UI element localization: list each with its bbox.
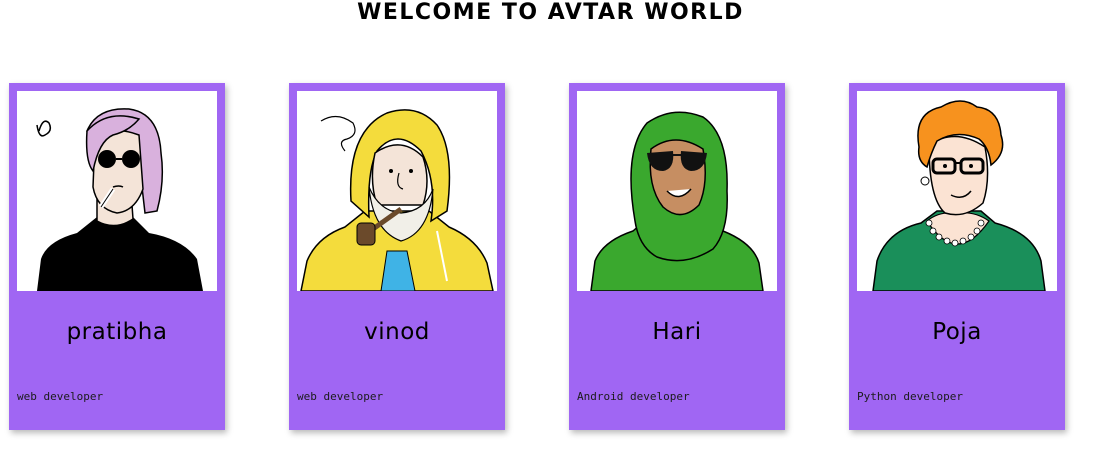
woman-hijab-sunglasses-icon — [577, 91, 777, 291]
woman-glasses-pearls-icon — [857, 91, 1057, 291]
fisherman-pipe-raincoat-icon — [297, 91, 497, 291]
card-name: Hari — [652, 319, 702, 345]
card-role: web developer — [17, 390, 104, 403]
card-role: Python developer — [857, 390, 963, 403]
avatar-card-list: pratibha web developer vinod web develop… — [0, 0, 1101, 457]
card-role: Android developer — [577, 390, 690, 403]
woman-sunglasses-cigarette-icon — [17, 91, 217, 291]
card-name: Poja — [932, 319, 982, 345]
card-name: vinod — [364, 319, 430, 345]
card-role: web developer — [297, 390, 384, 403]
avatar-card[interactable]: pratibha web developer — [9, 83, 225, 430]
card-name: pratibha — [66, 319, 168, 345]
avatar-card[interactable]: Hari Android developer — [569, 83, 785, 430]
avatar-card[interactable]: vinod web developer — [289, 83, 505, 430]
avatar-card[interactable]: Poja Python developer — [849, 83, 1065, 430]
